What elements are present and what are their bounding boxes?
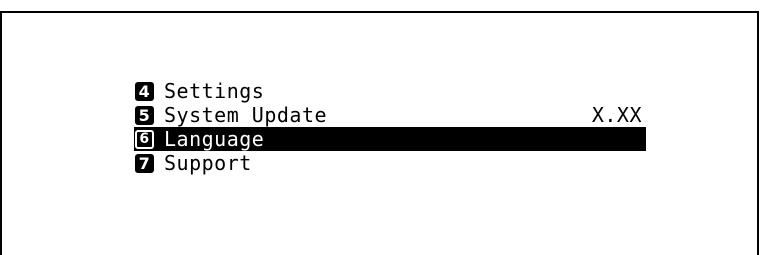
number-6-icon: 6 [135,129,154,149]
number-5-icon: 5 [135,105,154,125]
number-4-icon: 4 [135,81,154,101]
number-7-icon: 7 [135,153,154,173]
menu-item-label: Language [164,127,265,151]
menu-item-support[interactable]: 7 Support [134,151,646,175]
menu-item-settings[interactable]: 4 Settings [134,79,646,103]
menu-item-system-update[interactable]: 5 System Update X.XX [134,103,646,127]
menu-item-label: System Update [164,103,328,127]
menu-item-label: Support [164,151,252,175]
device-display-screen: 4 Settings 5 System Update X.XX 6 Langua… [0,11,759,255]
menu-list: 4 Settings 5 System Update X.XX 6 Langua… [134,79,646,175]
menu-item-language[interactable]: 6 Language [134,127,646,151]
firmware-version-value: X.XX [591,103,642,127]
menu-item-label: Settings [164,79,265,103]
